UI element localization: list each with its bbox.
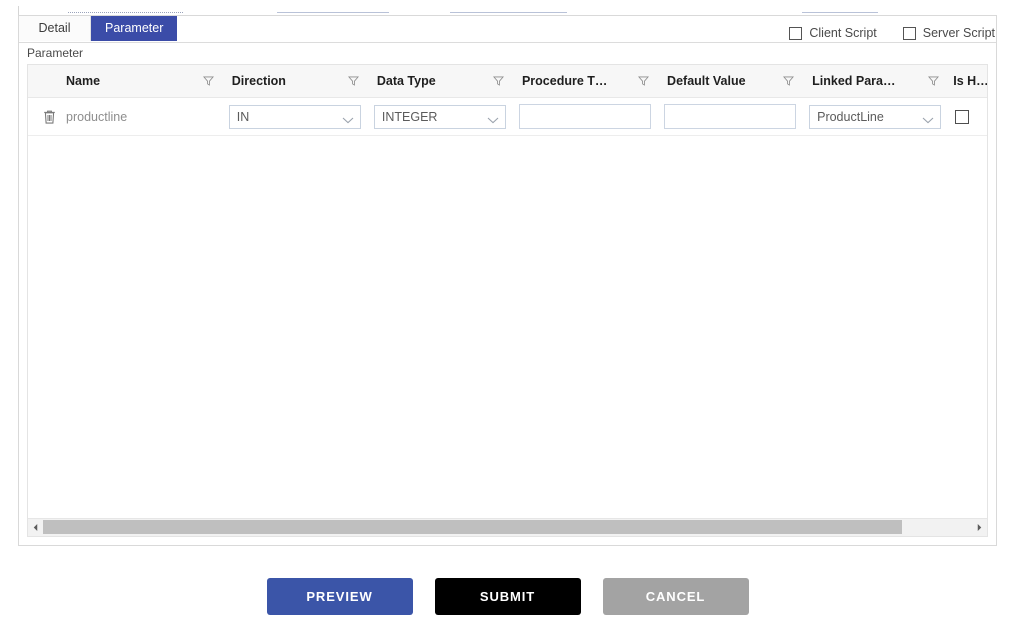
tab-detail-label: Detail: [38, 21, 71, 35]
parameter-grid: Name Direction Data Type Procedure T… De…: [27, 64, 988, 537]
parameter-name-value: productline: [66, 109, 128, 124]
chevron-down-icon: [342, 113, 354, 124]
trash-icon[interactable]: [42, 109, 57, 125]
cancel-button[interactable]: CANCEL: [602, 578, 749, 615]
column-header-default-value-label: Default Value: [667, 74, 746, 88]
cell-name: productline: [28, 98, 222, 135]
column-header-direction[interactable]: Direction: [222, 65, 367, 97]
column-header-is-hidden-label: Is H…: [953, 74, 987, 88]
client-script-checkbox-wrap[interactable]: Client Script: [789, 26, 877, 40]
cell-procedure-type: [512, 98, 657, 135]
scrollbar-thumb[interactable]: [43, 520, 903, 534]
grid-body: productline IN INTEGER ProductLine: [28, 98, 987, 518]
cell-linked-parameter: ProductLine: [802, 98, 947, 135]
form-field-underline-4: [802, 12, 878, 13]
horizontal-scrollbar[interactable]: [28, 518, 987, 536]
grid-header-row: Name Direction Data Type Procedure T… De…: [28, 65, 987, 98]
chevron-right-icon[interactable]: [972, 519, 987, 536]
column-header-data-type-label: Data Type: [376, 74, 436, 88]
column-header-is-hidden[interactable]: Is H…: [947, 65, 987, 97]
column-header-procedure-type-label: Procedure T…: [521, 74, 608, 88]
chevron-down-icon: [922, 113, 934, 124]
filter-icon-direction[interactable]: [347, 76, 359, 87]
server-script-checkbox-wrap[interactable]: Server Script: [902, 26, 995, 40]
form-field-underline-2: [277, 12, 389, 13]
preview-button[interactable]: PREVIEW: [266, 578, 413, 615]
chevron-down-icon: [487, 113, 499, 124]
column-header-linked-parameter-label: Linked Para…: [812, 74, 896, 88]
filter-icon-default-value[interactable]: [783, 76, 795, 87]
truncated-form-above: [0, 0, 1015, 16]
column-header-direction-label: Direction: [231, 74, 286, 88]
column-header-data-type[interactable]: Data Type: [367, 65, 512, 97]
column-header-procedure-type[interactable]: Procedure T…: [512, 65, 657, 97]
filter-icon-data-type[interactable]: [492, 76, 504, 87]
default-value-input[interactable]: [664, 104, 797, 129]
cell-direction: IN: [222, 98, 367, 135]
scrollbar-track[interactable]: [43, 519, 972, 536]
cell-is-hidden: [947, 98, 987, 135]
column-header-name[interactable]: Name: [28, 65, 222, 97]
filter-icon-procedure-type[interactable]: [638, 76, 650, 87]
submit-button[interactable]: SUBMIT: [434, 578, 581, 615]
column-header-default-value[interactable]: Default Value: [657, 65, 802, 97]
footer-actions: PREVIEW SUBMIT CANCEL: [0, 578, 1015, 615]
server-script-checkbox[interactable]: [902, 26, 916, 40]
tab-detail[interactable]: Detail: [19, 16, 91, 41]
form-field-underline-1: [68, 12, 183, 13]
client-script-label: Client Script: [809, 26, 877, 40]
is-hidden-checkbox[interactable]: [955, 109, 970, 124]
form-field-underline-3: [450, 12, 567, 13]
parameter-panel: Detail Parameter Parameter Name Directio…: [18, 15, 997, 546]
section-caption: Parameter: [27, 46, 84, 60]
filter-icon-linked-parameter[interactable]: [928, 76, 940, 87]
cell-data-type: INTEGER: [367, 98, 512, 135]
chevron-left-icon[interactable]: [28, 519, 43, 536]
cell-default-value: [657, 98, 802, 135]
client-script-checkbox[interactable]: [789, 26, 803, 40]
tab-parameter[interactable]: Parameter: [91, 16, 178, 41]
server-script-label: Server Script: [922, 26, 995, 40]
direction-select-value: IN: [236, 109, 250, 124]
linked-parameter-select[interactable]: ProductLine: [809, 104, 942, 129]
tab-parameter-label: Parameter: [105, 21, 164, 35]
procedure-type-input[interactable]: [518, 104, 651, 129]
data-type-select[interactable]: INTEGER: [373, 104, 506, 129]
column-header-name-label: Name: [66, 74, 101, 88]
data-type-select-value: INTEGER: [381, 109, 438, 124]
filter-icon-name[interactable]: [202, 76, 214, 87]
table-row: productline IN INTEGER ProductLine: [28, 98, 987, 136]
direction-select[interactable]: IN: [228, 104, 361, 129]
column-header-linked-parameter[interactable]: Linked Para…: [802, 65, 947, 97]
linked-parameter-select-value: ProductLine: [817, 109, 884, 124]
script-checkbox-group: Client Script Server Script: [789, 26, 995, 40]
